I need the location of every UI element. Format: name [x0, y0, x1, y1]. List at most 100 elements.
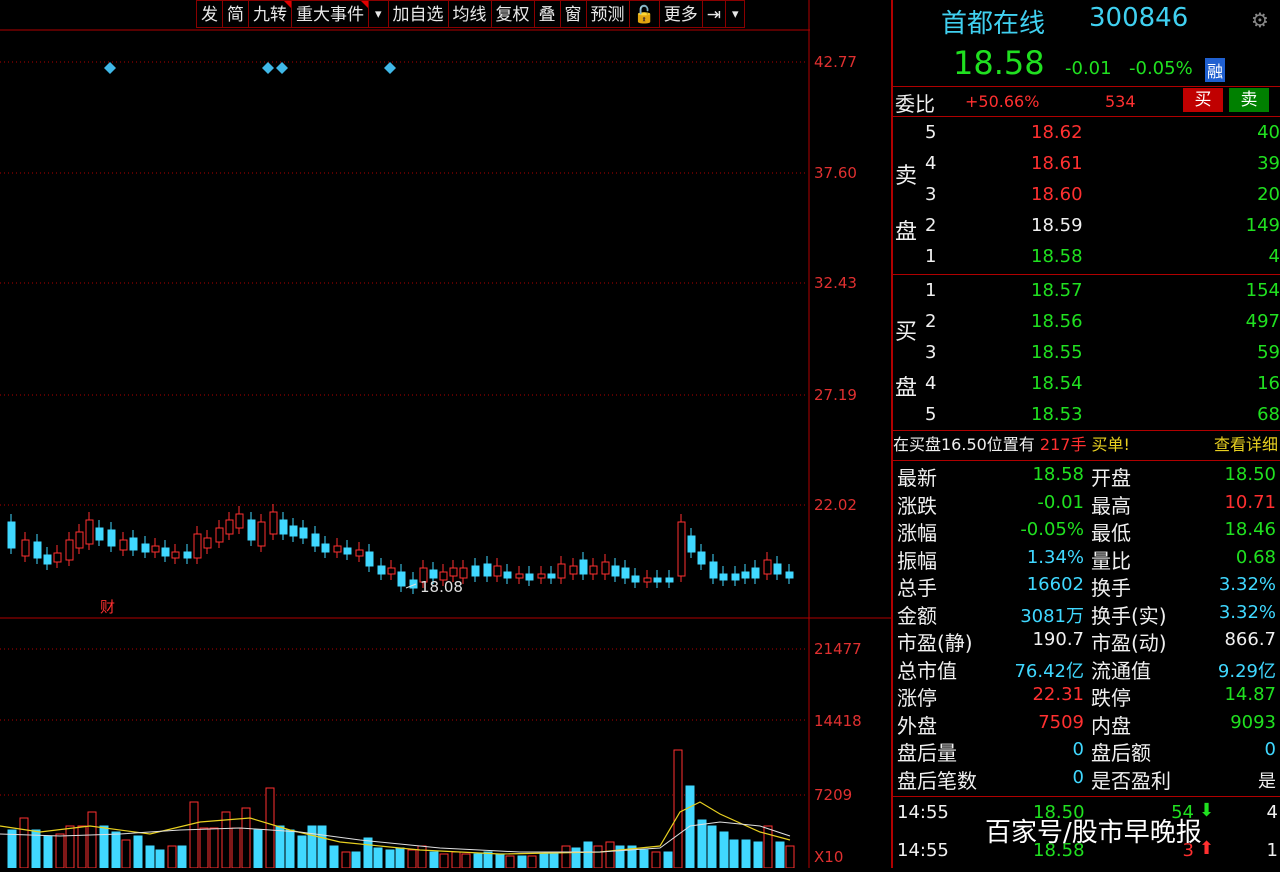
volume-bar: [729, 839, 739, 869]
candle-body: [751, 567, 760, 579]
volume-bar: [341, 851, 351, 869]
volume-bar: [209, 827, 219, 869]
toolbar-adjust-button[interactable]: 复权: [491, 0, 535, 28]
ask-row[interactable]: 4 18.61 39: [893, 149, 1280, 180]
ask-level: 3: [925, 184, 937, 205]
candle-body: [773, 563, 782, 575]
bid-volume: 154: [1245, 280, 1280, 301]
event-marker: [384, 62, 396, 74]
toolbar-add-watchlist-button[interactable]: 加自选: [388, 0, 449, 28]
volume-bar: [77, 825, 87, 869]
collapse-panel-icon[interactable]: ⇥: [702, 0, 726, 28]
bid-volume: 16: [1257, 373, 1280, 394]
divider: [893, 86, 1280, 87]
candle-body: [355, 549, 364, 557]
bid-row[interactable]: 1 18.57 154: [893, 276, 1280, 307]
candle-body: [377, 565, 386, 575]
candle-body: [269, 511, 278, 535]
notice-volume: 217手: [1039, 435, 1087, 454]
notice-type: 买单!: [1091, 435, 1130, 454]
toolbar-moving-average-button[interactable]: 均线: [448, 0, 492, 28]
ask-row[interactable]: 3 18.60 20: [893, 180, 1280, 211]
volume-bar: [65, 825, 75, 869]
stat-label: 总手: [897, 576, 937, 600]
stat-label: 市盈(静): [897, 631, 973, 655]
price-change: -0.01: [1065, 58, 1112, 79]
stat-value: 190.7: [1032, 629, 1084, 650]
candle-body: [119, 539, 128, 551]
stat-value: 0: [1072, 739, 1084, 760]
bid-price: 18.54: [1031, 373, 1083, 394]
margin-badge: 融: [1205, 58, 1226, 82]
ask-volume: 149: [1245, 215, 1280, 236]
volume-bar: [167, 845, 177, 869]
bid-row[interactable]: 3 18.55 59: [893, 338, 1280, 369]
toolbar-major-events-button[interactable]: 重大事件: [292, 0, 369, 28]
stat-value: 9093: [1230, 711, 1276, 733]
event-marker: [104, 62, 116, 74]
toolbar-more-button[interactable]: 更多: [659, 0, 703, 28]
toolbar-fa-button[interactable]: 发: [196, 0, 223, 28]
toolbar-jian-button[interactable]: 简: [223, 0, 249, 28]
bid-level: 2: [925, 311, 937, 332]
lock-icon[interactable]: 🔓: [629, 0, 660, 28]
volume-bar: [719, 831, 729, 869]
current-price: 18.58: [953, 44, 1045, 82]
volume-bar: [407, 849, 417, 869]
low-price-label: 18.08: [420, 578, 463, 596]
sell-button[interactable]: 卖: [1229, 88, 1269, 112]
volume-bar: [439, 853, 449, 869]
stat-label: 量比: [1091, 548, 1131, 573]
cai-marker[interactable]: 财: [100, 596, 115, 617]
bid-level: 5: [925, 404, 937, 425]
candle-body: [183, 551, 192, 559]
bid-row[interactable]: 2 18.56 497: [893, 307, 1280, 338]
ask-row[interactable]: 5 18.62 40: [893, 118, 1280, 149]
candle-body: [731, 573, 740, 581]
major-events-dropdown-icon[interactable]: ▾: [369, 0, 389, 28]
buy-button[interactable]: 买: [1183, 88, 1223, 112]
order-notice[interactable]: 在买盘16.50位置有 217手 买单! 查看详细: [893, 432, 1280, 458]
bid-level: 1: [925, 280, 937, 301]
candle-body: [129, 537, 138, 551]
toolbar-jiuzhuan-button[interactable]: 九转: [249, 0, 292, 28]
ask-row[interactable]: 2 18.59 149: [893, 211, 1280, 242]
volume-bar: [189, 801, 199, 869]
volume-bar: [461, 853, 471, 869]
kline-chart[interactable]: 42.77 37.60 32.43 27.19 22.02 21477 1441…: [0, 0, 891, 869]
volume-bar: [385, 849, 395, 869]
bid-level: 3: [925, 342, 937, 363]
bid-row[interactable]: 5 18.53 68: [893, 400, 1280, 431]
volume-axis-label: 7209: [814, 786, 853, 804]
volume-bar: [43, 835, 53, 869]
ask-price: 18.58: [1031, 246, 1083, 267]
stat-value: 18.50: [1224, 464, 1276, 485]
notice-text: 在买盘16.50位置有: [893, 435, 1035, 454]
stat-label: 跌停: [1091, 686, 1131, 710]
candle-body: [631, 575, 640, 583]
bid-row[interactable]: 4 18.54 16: [893, 369, 1280, 400]
toolbar-forecast-button[interactable]: 预测: [586, 0, 630, 28]
toolbar-overlay-button[interactable]: 叠: [534, 0, 561, 28]
stat-value: -0.01: [1037, 491, 1084, 513]
volume-bar: [549, 851, 559, 869]
candle-body: [763, 559, 772, 575]
ask-row[interactable]: 1 18.58 4: [893, 242, 1280, 273]
weibi-diff: 534: [1105, 92, 1136, 111]
view-detail-link[interactable]: 查看详细: [1214, 432, 1278, 458]
volume-bar: [241, 807, 251, 869]
candle-body: [75, 531, 84, 549]
stat-value: 3.32%: [1218, 601, 1276, 623]
candle-body: [525, 573, 534, 581]
more-dropdown-icon[interactable]: ▾: [725, 0, 746, 28]
price-axis-label: 32.43: [814, 274, 857, 292]
toolbar-window-button[interactable]: 窗: [560, 0, 587, 28]
volume-bar: [571, 847, 581, 869]
candle-body: [171, 551, 180, 559]
candle-body: [741, 571, 750, 579]
gear-icon[interactable]: ⚙: [1251, 8, 1269, 32]
volume-bar: [775, 841, 785, 869]
tick-time: 14:55: [897, 802, 949, 823]
volume-bar: [363, 837, 373, 869]
ask-price: 18.62: [1031, 122, 1083, 143]
